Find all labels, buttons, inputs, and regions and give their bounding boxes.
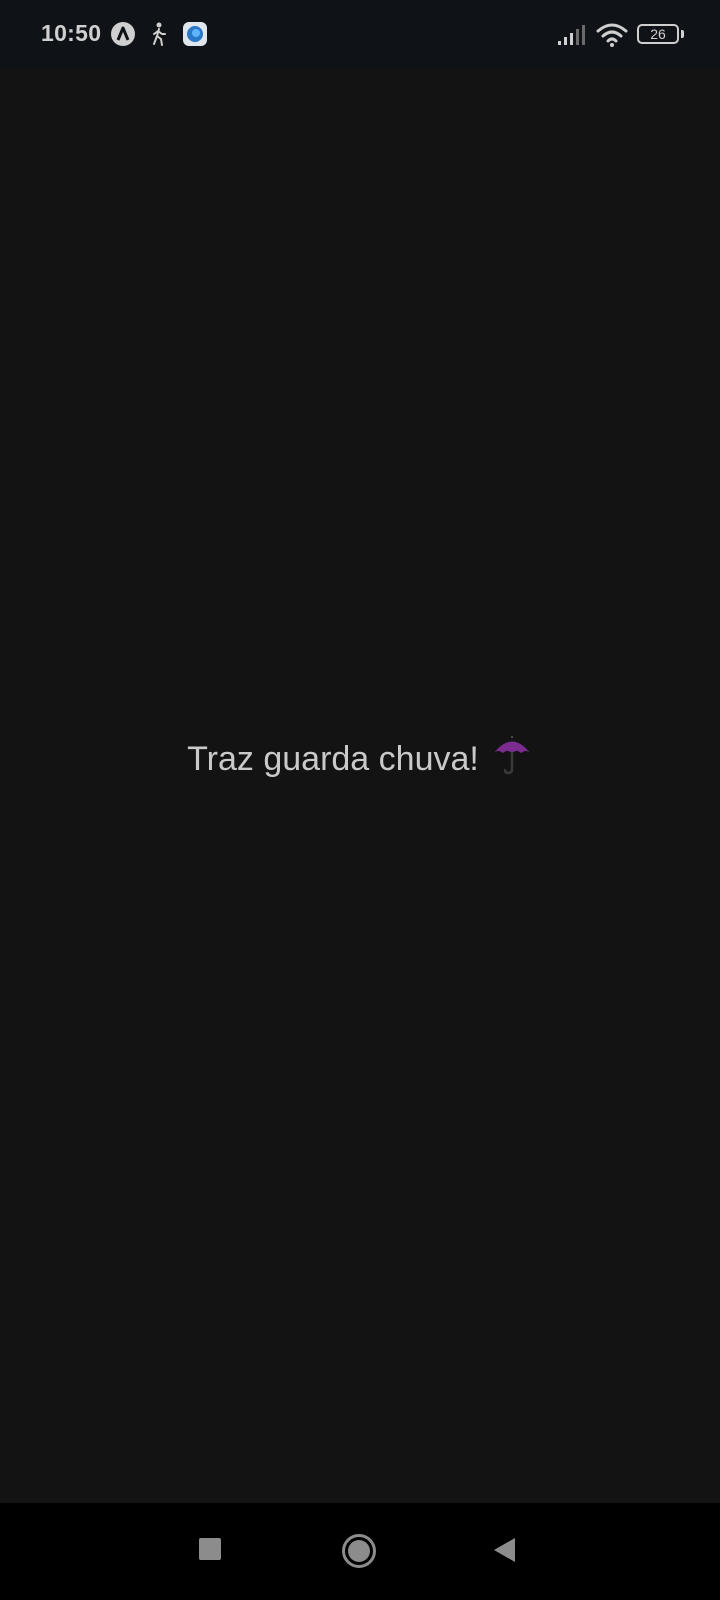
screen: 10:50 26 Traz guarda chuva!: [0, 0, 720, 1600]
navigation-bar: [0, 1503, 720, 1600]
main-content: Traz guarda chuva!: [0, 68, 720, 1503]
app-a-icon: [110, 21, 136, 52]
home-button[interactable]: [341, 1533, 377, 1574]
battery-tip: [681, 30, 684, 38]
status-bar: 10:50 26: [0, 0, 720, 68]
recents-button[interactable]: [198, 1537, 222, 1566]
signal-icon: [557, 24, 587, 51]
battery-level: 26: [650, 26, 666, 42]
walking-person-icon: [148, 21, 170, 52]
wifi-icon: [596, 22, 628, 53]
battery-icon: 26: [637, 24, 679, 44]
umbrella-icon: [491, 734, 533, 785]
status-time: 10:50: [41, 20, 102, 46]
back-button[interactable]: [492, 1537, 518, 1568]
weather-message: Traz guarda chuva!: [0, 734, 720, 785]
browser-app-icon: [182, 21, 208, 52]
message-text: Traz guarda chuva!: [187, 740, 479, 778]
